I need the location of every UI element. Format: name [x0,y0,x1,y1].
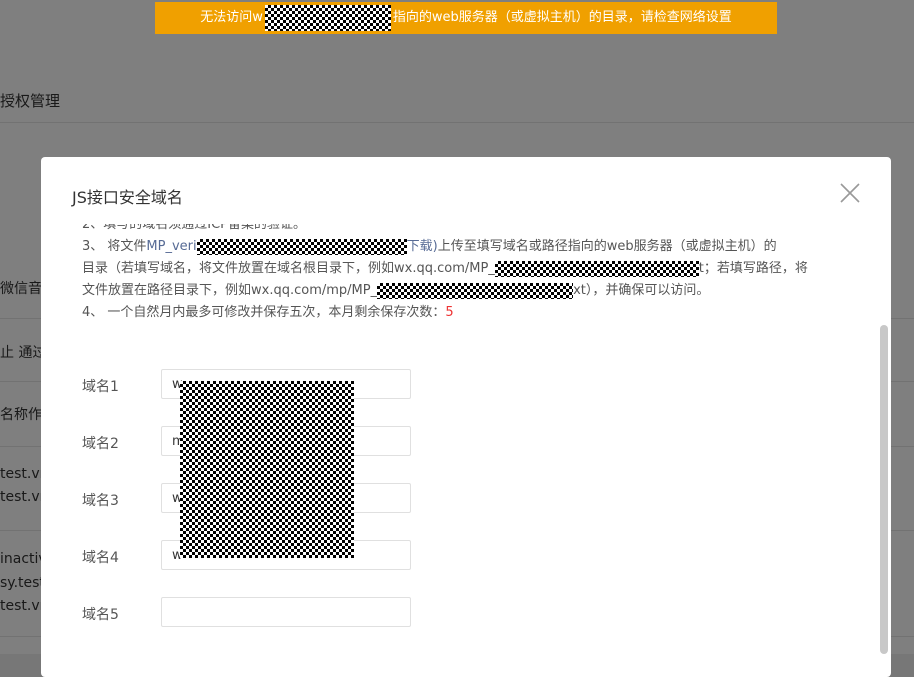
instruction-line: 3、 将文件MP_veri 下载)上传至填写域名或路径指向的web服务器（或虚拟主… [82,238,777,255]
domain-label: 域名2 [82,436,119,452]
instruction-line: 2、填写的域名须通过ICP备案的验证。 [82,224,307,232]
domain-label: 域名4 [82,550,119,566]
redacted-mask [494,260,699,277]
js-domain-dialog: JS接口安全域名 2、填写的域名须通过ICP备案的验证。 3、 将文件MP_ve… [41,157,891,677]
banner-text-suffix: 指向的web服务器（或虚拟主机）的目录，请检查网络设置 [392,10,732,25]
banner-text-prefix: 无法访问w [200,10,263,25]
domain-input-5[interactable] [161,597,411,627]
redacted-mask [196,238,407,255]
instructions: 2、填写的域名须通过ICP备案的验证。 3、 将文件MP_veri 下载)上传至填… [82,224,862,324]
dialog-title: JS接口安全域名 [72,188,183,207]
verify-file-link[interactable]: MP_veri 下载) [146,238,438,255]
redacted-mask [264,4,391,31]
redacted-mask [377,282,574,299]
instruction-line: 目录（若填写域名，将文件放置在域名根目录下，例如wx.qq.com/MP_ t；若… [82,260,808,277]
instruction-line: 文件放置在路径目录下，例如wx.qq.com/mp/MP_ xt），并确保可以访问… [82,282,710,299]
close-icon [840,183,860,203]
domain-label: 域名3 [82,493,119,509]
dialog-scrollbar[interactable] [880,325,888,654]
domain-label: 域名1 [82,379,119,395]
network-warning-banner: 无法访问w 指向的web服务器（或虚拟主机）的目录，请检查网络设置 [155,2,777,34]
instruction-line: 4、 一个自然月内最多可修改并保存五次，本月剩余保存次数：5 [82,305,454,320]
redacted-mask [180,381,354,558]
domain-label: 域名5 [82,607,119,623]
remaining-count: 5 [445,305,454,320]
close-button[interactable] [838,181,862,205]
